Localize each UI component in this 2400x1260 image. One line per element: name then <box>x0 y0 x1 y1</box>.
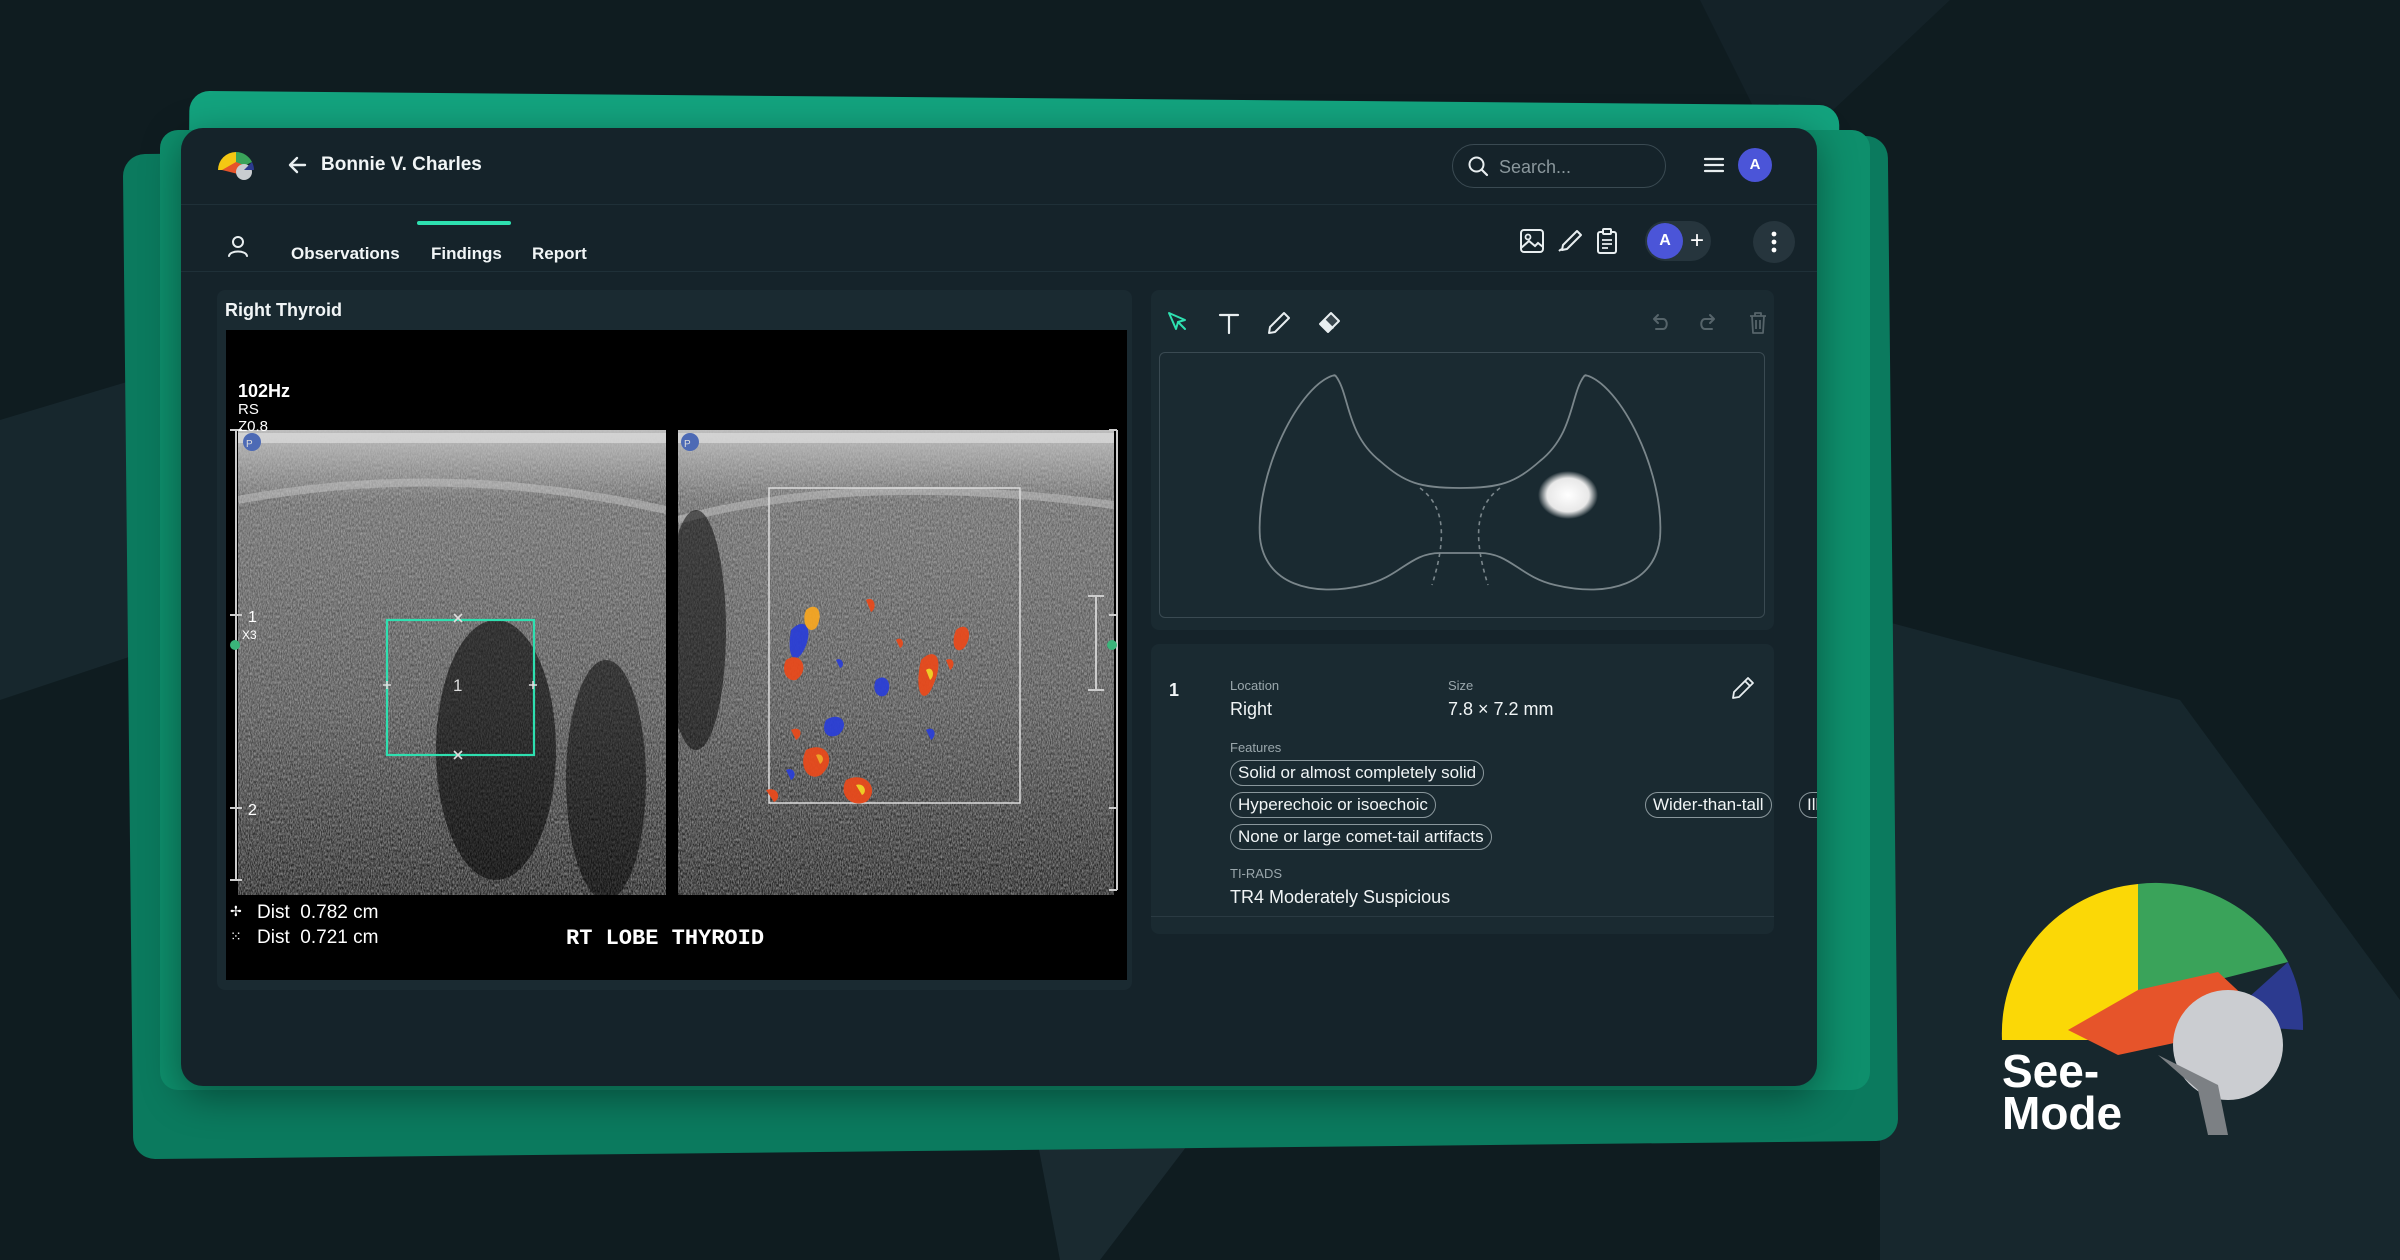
distance-1: Dist 0.782 cm <box>257 902 378 923</box>
svg-text:P: P <box>684 439 691 450</box>
more-options-button[interactable] <box>1753 221 1795 263</box>
svg-text:P: P <box>246 439 253 450</box>
tab-report[interactable]: Report <box>532 244 587 264</box>
ultrasound-image[interactable]: 1 P P 102Hz RS Z0.8 1 X3 2 ✢ ⁙ Dist 0.78… <box>226 330 1127 980</box>
text-tool-icon[interactable] <box>1214 308 1244 338</box>
feature-chip: Wider-than-tall <box>1645 792 1772 818</box>
feature-chip: None or large comet-tail artifacts <box>1230 824 1492 850</box>
image-caption: RT LOBE THYROID <box>566 926 764 951</box>
brush-icon[interactable] <box>1555 227 1583 255</box>
thyroid-diagram-canvas[interactable] <box>1159 352 1765 618</box>
location-value: Right <box>1230 699 1273 719</box>
brand-line-1: See- <box>2002 1045 2100 1097</box>
scale-mark-2: 2 <box>248 802 257 819</box>
app-window: Bonnie V. Charles A Observations Finding… <box>181 128 1817 1086</box>
search-icon <box>1468 156 1489 177</box>
brand-line-2: Mode <box>2002 1087 2123 1139</box>
user-avatar[interactable]: A <box>1738 148 1772 182</box>
size-value: 7.8 × 7.2 mm <box>1448 699 1554 719</box>
select-tool-icon[interactable] <box>1163 308 1193 338</box>
image-icon[interactable] <box>1518 227 1546 255</box>
search-box[interactable] <box>1452 144 1666 188</box>
features-label: Features <box>1230 740 1282 755</box>
panel-title: Right Thyroid <box>225 300 342 320</box>
tabs-bar: Observations Findings Report A + <box>181 205 1817 272</box>
active-tab-indicator <box>417 221 511 225</box>
top-bar: Bonnie V. Charles A <box>181 128 1817 205</box>
search-input[interactable] <box>1497 151 1661 183</box>
eraser-tool-icon[interactable] <box>1314 308 1344 338</box>
tab-findings[interactable]: Findings <box>431 244 502 264</box>
pencil-tool-icon[interactable] <box>1264 308 1294 338</box>
nodule-marker <box>1538 471 1598 519</box>
patient-name: Bonnie V. Charles <box>321 154 482 175</box>
tab-observations[interactable]: Observations <box>291 244 400 264</box>
annotation-panel <box>1151 290 1774 630</box>
svg-text:✢: ✢ <box>230 903 242 919</box>
edit-pencil-icon[interactable] <box>1729 674 1757 702</box>
collaborator-avatar[interactable]: A <box>1647 223 1683 259</box>
tirads-value: TR4 Moderately Suspicious <box>1230 887 1451 907</box>
x3-label: X3 <box>242 628 257 642</box>
thyroid-diagram <box>1258 374 1662 591</box>
add-collaborator-icon[interactable]: + <box>1685 224 1709 258</box>
clipboard-icon[interactable] <box>1593 227 1621 255</box>
scale-mark-1: 1 <box>248 609 257 626</box>
rs-label: RS <box>238 401 259 418</box>
collaborators-group[interactable]: A + <box>1645 221 1711 261</box>
redo-icon[interactable] <box>1694 308 1724 338</box>
nodule-label: 1 <box>453 676 462 695</box>
ultrasound-viewer[interactable]: 1 P P 102Hz RS Z0.8 1 X3 2 ✢ ⁙ Dist 0.78… <box>226 330 1127 980</box>
finding-number: 1 <box>1169 680 1180 700</box>
brand-wordmark: See- Mode <box>2002 1045 2123 1139</box>
feature-chip: Solid or almost completely solid <box>1230 760 1485 786</box>
distance-2: Dist 0.721 cm <box>257 927 378 948</box>
svg-text:⁙: ⁙ <box>230 928 242 944</box>
trash-icon[interactable] <box>1743 308 1773 338</box>
app-logo[interactable] <box>214 148 258 184</box>
location-label: Location <box>1230 678 1280 693</box>
size-label: Size <box>1448 678 1474 693</box>
feature-chip: Ill defined <box>1799 792 1817 818</box>
back-arrow-icon[interactable] <box>285 152 311 178</box>
hamburger-menu-icon[interactable] <box>1701 152 1727 178</box>
zoom-label: Z0.8 <box>238 418 268 435</box>
ultrasound-panel: Right Thyroid 1 P P 102Hz RS Z0.8 1 X3 2… <box>217 290 1132 990</box>
finding-card: 1 Location Right Size 7.8 × 7.2 mm Featu… <box>1151 644 1817 934</box>
frequency-label: 102Hz <box>238 381 290 401</box>
kebab-icon <box>1771 231 1777 253</box>
tirads-label: TI-RADS <box>1230 866 1282 881</box>
divider <box>1151 916 1774 917</box>
patient-profile-icon[interactable] <box>225 233 251 259</box>
undo-icon[interactable] <box>1644 308 1674 338</box>
feature-chip: Hyperechoic or isoechoic <box>1230 792 1436 818</box>
